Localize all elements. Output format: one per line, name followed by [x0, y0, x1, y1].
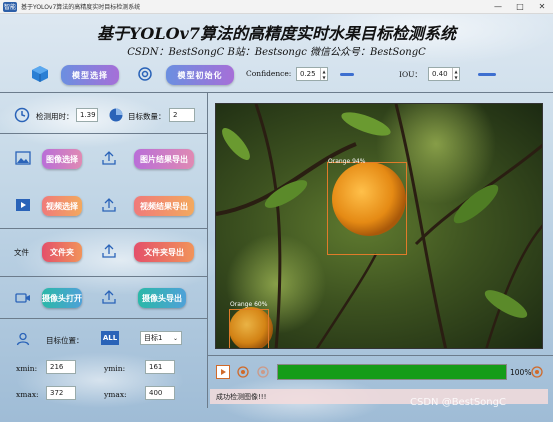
iou-slider[interactable]: [478, 73, 496, 76]
progress-fill: [278, 365, 506, 379]
ymax-label: ymax:: [104, 390, 127, 399]
upload-icon[interactable]: [100, 149, 118, 167]
user-icon: [14, 331, 32, 347]
iou-label: IOU：: [399, 70, 422, 79]
detection-box-orange-1: [327, 162, 407, 255]
time-label: 检测用时：: [36, 112, 74, 121]
toolbar: 模型选择 模型初始化 Confidence: 0.25 ▲ ▼ IOU： 0.40…: [0, 62, 553, 88]
camera-icon: [14, 290, 32, 306]
progress-bar: [277, 364, 507, 380]
time-field: 1.39: [76, 108, 98, 122]
count-label: 目标数量：: [128, 112, 166, 121]
confidence-spinbox[interactable]: 0.25 ▲ ▼: [296, 67, 328, 81]
ymax-field: 400: [145, 386, 175, 400]
window-title: 基于YOLOv7算法的高精度实时目标检测系统: [21, 4, 141, 11]
upload-icon[interactable]: [100, 196, 118, 214]
target-select[interactable]: 目标1 ⌄: [140, 331, 182, 345]
target-select-value: 目标1: [144, 334, 163, 342]
detection-label-1: Orange 94%: [328, 158, 366, 165]
app-icon: 智能: [3, 1, 17, 12]
progress-percent: 100%: [510, 368, 532, 377]
app-subtitle: CSDN：BestSongC B站：Bestsongc 微信公众号：BestSo…: [127, 47, 426, 58]
status-message: 成功检测图像!!!: [216, 392, 267, 401]
folder-export-button[interactable]: 文件夹导出: [134, 242, 194, 262]
upload-icon[interactable]: [100, 242, 118, 260]
location-label: 目标位置：: [46, 336, 84, 345]
maximize-button[interactable]: □: [509, 0, 531, 14]
minimize-button[interactable]: —: [487, 0, 509, 14]
camera-export-button[interactable]: 摄像头导出: [138, 288, 186, 308]
pie-chart-icon: [107, 106, 125, 124]
cube-icon: [30, 64, 50, 84]
close-button[interactable]: ✕: [531, 0, 553, 14]
record-icon[interactable]: [236, 365, 250, 379]
video-icon: [14, 197, 32, 213]
divider: [207, 92, 208, 408]
image-icon: [14, 150, 32, 166]
play-icon[interactable]: [216, 365, 230, 379]
ymin-label: ymin:: [104, 364, 126, 373]
divider: [0, 276, 207, 277]
video-export-button[interactable]: 视频结果导出: [134, 196, 194, 216]
chevron-down-icon: ⌄: [172, 334, 178, 342]
window-titlebar: 智能 基于YOLOv7算法的高精度实时目标检测系统 — □ ✕: [0, 0, 553, 14]
divider: [0, 92, 553, 93]
iou-value: 0.40: [432, 70, 448, 78]
detection-image: Orange 94% Orange 60%: [215, 103, 543, 349]
stop-icon[interactable]: [256, 365, 270, 379]
clock-icon: [13, 106, 31, 124]
image-export-button[interactable]: 图片结果导出: [134, 149, 194, 169]
iou-spinbox[interactable]: 0.40 ▲ ▼: [428, 67, 460, 81]
divider: [207, 355, 553, 356]
ymin-field: 161: [145, 360, 175, 374]
confidence-value: 0.25: [300, 70, 316, 78]
camera-open-button[interactable]: 摄像头打开: [42, 288, 82, 308]
app-title: 基于YOLOv7算法的高精度实时水果目标检测系统: [97, 24, 456, 43]
divider: [0, 318, 207, 319]
image-select-button[interactable]: 图像选择: [42, 149, 82, 169]
upload-icon[interactable]: [100, 288, 118, 306]
xmin-label: xmin:: [16, 364, 38, 373]
record-icon[interactable]: [530, 365, 544, 379]
all-button[interactable]: ALL: [101, 331, 119, 345]
watermark: CSDN @BestSongC: [410, 397, 506, 408]
xmin-field: 216: [46, 360, 76, 374]
detection-label-2: Orange 60%: [230, 301, 268, 308]
model-init-button[interactable]: 模型初始化: [166, 65, 234, 85]
detection-box-orange-2: [229, 309, 269, 348]
gear-icon: [135, 64, 155, 84]
divider: [0, 228, 207, 229]
xmax-field: 372: [46, 386, 76, 400]
divider: [0, 133, 207, 134]
model-select-button[interactable]: 模型选择: [61, 65, 119, 85]
confidence-label: Confidence:: [246, 69, 292, 78]
folder-label: 文件: [14, 248, 29, 257]
folder-open-button[interactable]: 文件夹: [42, 242, 82, 262]
count-field: 2: [169, 108, 195, 122]
video-select-button[interactable]: 视频选择: [42, 196, 82, 216]
confidence-slider[interactable]: [340, 73, 354, 76]
xmax-label: xmax:: [16, 390, 39, 399]
